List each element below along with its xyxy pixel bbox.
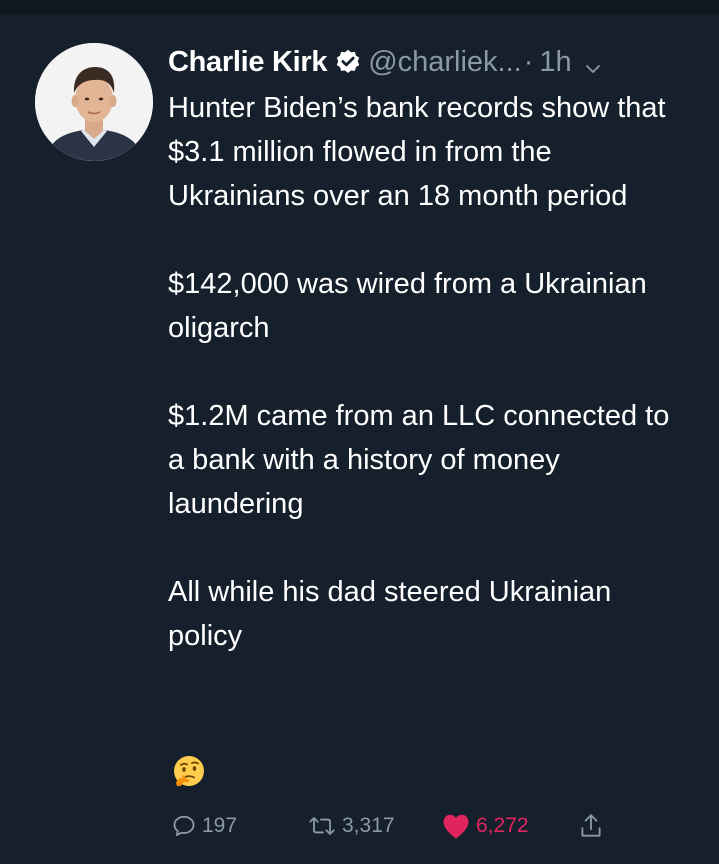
share-button[interactable] <box>578 809 609 843</box>
heart-icon <box>443 814 469 839</box>
author-name[interactable]: Charlie Kirk <box>168 46 327 79</box>
avatar[interactable] <box>35 43 153 161</box>
verified-badge-icon <box>334 48 362 76</box>
tweet-text: Hunter Biden’s bank records show that $3… <box>168 86 688 702</box>
top-divider <box>0 0 719 14</box>
retweet-icon <box>309 817 335 835</box>
tweet-paragraph: All while his dad steered Ukrainian poli… <box>168 576 612 652</box>
share-icon <box>581 814 601 837</box>
tweet-paragraph: $1.2M came from an LLC connected to a ba… <box>168 400 670 520</box>
tweet-paragraph: Hunter Biden’s bank records show that $3… <box>168 92 666 212</box>
reply-icon <box>173 815 195 837</box>
tweet-paragraph: $142,000 was wired from a Ukrainian olig… <box>168 268 647 344</box>
header-separator: · <box>523 45 534 78</box>
retweet-count: 3,317 <box>342 814 395 837</box>
author-handle[interactable]: @charliek... <box>368 46 522 79</box>
tweet[interactable]: Charlie Kirk @charliek... · 1h Hunter Bi… <box>0 14 719 864</box>
like-count: 6,272 <box>476 814 529 837</box>
reply-count: 197 <box>202 814 238 837</box>
tweet-actions: 197 3,317 6,272 <box>0 809 719 843</box>
tweet-header: Charlie Kirk @charliek... · 1h <box>168 42 602 82</box>
tweet-timestamp[interactable]: 1h <box>539 46 571 79</box>
like-button[interactable]: 6,272 <box>441 809 529 843</box>
retweet-button[interactable]: 3,317 <box>307 809 395 843</box>
thinking-face-emoji-icon <box>171 754 207 790</box>
chevron-down-icon[interactable] <box>584 53 602 73</box>
reply-button[interactable]: 197 <box>171 809 237 843</box>
